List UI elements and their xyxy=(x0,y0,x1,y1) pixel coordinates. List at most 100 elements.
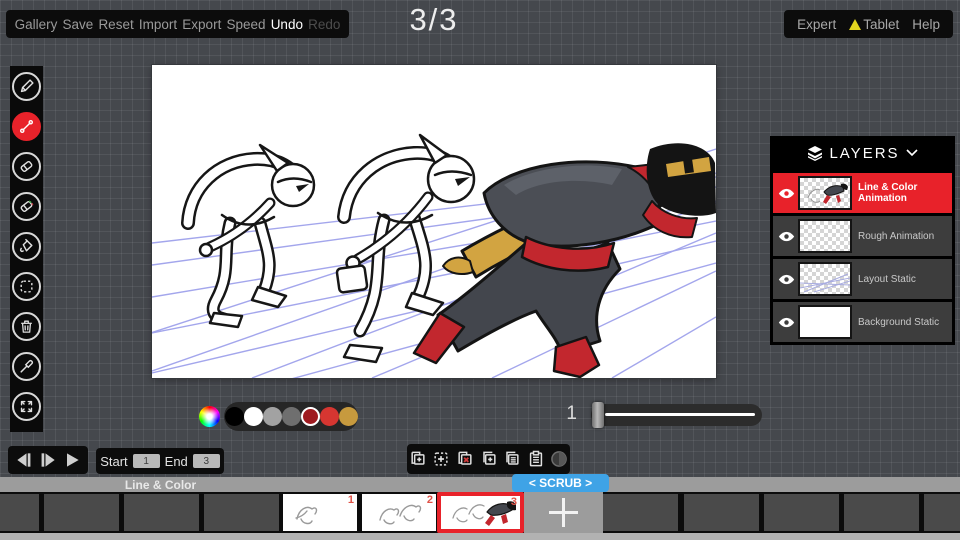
frame-thumbnail-2[interactable]: 2 xyxy=(362,494,436,531)
pencil-icon xyxy=(18,78,35,95)
color-swatch-bar xyxy=(224,402,358,431)
empty-frame[interactable] xyxy=(764,494,839,531)
empty-frame[interactable] xyxy=(924,494,960,531)
swatch-light-gray[interactable] xyxy=(263,407,282,426)
visibility-eye-icon[interactable] xyxy=(776,187,796,200)
delete-frame-button[interactable] xyxy=(454,448,476,470)
end-frame-input[interactable] xyxy=(193,454,220,468)
menu-gallery[interactable]: Gallery xyxy=(15,17,58,32)
frame-number: 1 xyxy=(348,494,354,506)
layer-label: Rough Animation xyxy=(858,231,934,242)
slider-track-line xyxy=(605,413,755,416)
color-eraser-icon xyxy=(18,198,35,215)
play-button[interactable] xyxy=(62,450,82,470)
frame-tools-bar xyxy=(407,444,570,474)
bottom-strip xyxy=(0,533,960,540)
onion-skin-button[interactable] xyxy=(548,448,570,470)
empty-frame[interactable] xyxy=(0,494,39,531)
layer-thumbnail xyxy=(798,176,852,210)
clipboard-button[interactable] xyxy=(525,448,547,470)
fit-view-tool-button[interactable] xyxy=(12,392,41,421)
swatch-gold[interactable] xyxy=(339,407,358,426)
empty-frame[interactable] xyxy=(204,494,279,531)
layer-thumbnail xyxy=(798,305,852,339)
start-frame-input[interactable] xyxy=(133,454,160,468)
brush-size-slider[interactable] xyxy=(591,404,762,426)
layer-row-layout-static[interactable]: Layout Static xyxy=(773,256,952,299)
empty-frame[interactable] xyxy=(124,494,199,531)
empty-frame[interactable] xyxy=(44,494,119,531)
next-frame-button[interactable] xyxy=(38,450,58,470)
swatch-black[interactable] xyxy=(225,407,244,426)
plus-icon xyxy=(549,511,578,514)
swatch-dark-red[interactable] xyxy=(301,407,320,426)
frame-number: 2 xyxy=(427,494,433,506)
add-frame-button[interactable] xyxy=(407,448,429,470)
layer-label: Layout Static xyxy=(858,274,916,285)
visibility-eye-icon[interactable] xyxy=(776,230,796,243)
brush-size-value: 1 xyxy=(553,403,577,425)
delete-tool-button[interactable] xyxy=(12,312,41,341)
layer-row-background-static[interactable]: Background Static xyxy=(773,299,952,342)
fill-bucket-tool-button[interactable] xyxy=(12,232,41,261)
layers-panel-header[interactable]: LAYERS xyxy=(773,136,952,170)
slider-handle[interactable] xyxy=(592,402,604,428)
frame-3-sketch xyxy=(441,496,520,529)
select-tool-button[interactable] xyxy=(12,272,41,301)
frame-range-bar: Start End xyxy=(96,448,224,474)
visibility-eye-icon[interactable] xyxy=(776,273,796,286)
swatch-white[interactable] xyxy=(244,407,263,426)
empty-frame[interactable] xyxy=(684,494,759,531)
end-label: End xyxy=(165,454,188,469)
prev-frame-button[interactable] xyxy=(14,450,34,470)
empty-frame[interactable] xyxy=(844,494,919,531)
canvas-drawing xyxy=(152,65,716,378)
timeline-filmstrip[interactable]: 1 2 xyxy=(0,492,960,533)
layer-row-line-color-animation[interactable]: Line & Color Animation xyxy=(773,170,952,213)
eraser-icon xyxy=(18,158,35,175)
add-frame-cell[interactable] xyxy=(524,492,603,533)
color-wheel-picker[interactable] xyxy=(199,406,220,427)
menu-reset[interactable]: Reset xyxy=(98,17,133,32)
frame-thumbnail-3-selected[interactable]: 3 xyxy=(437,492,524,533)
layers-panel-title: LAYERS xyxy=(829,145,899,162)
frame-1-sketch xyxy=(283,494,357,531)
frame-counter: 3/3 xyxy=(152,2,716,38)
visibility-eye-icon[interactable] xyxy=(776,316,796,329)
swatch-red[interactable] xyxy=(320,407,339,426)
rect-select-icon xyxy=(18,278,35,295)
empty-frame[interactable] xyxy=(603,494,678,531)
layers-panel: LAYERS Line & Color Animation Rough Anim… xyxy=(770,136,955,345)
layer-label: Line & Color Animation xyxy=(858,182,949,204)
line-tool-button[interactable] xyxy=(12,112,41,141)
fill-bucket-icon xyxy=(18,238,35,255)
eyedropper-tool-button[interactable] xyxy=(12,352,41,381)
frame-number: 3 xyxy=(511,496,517,508)
trash-icon xyxy=(18,318,35,335)
layer-thumbnail xyxy=(798,262,852,296)
menu-expert[interactable]: Expert xyxy=(797,17,836,32)
duplicate-frame-button[interactable] xyxy=(501,448,523,470)
color-eraser-tool-button[interactable] xyxy=(12,192,41,221)
warning-triangle-icon xyxy=(849,19,861,30)
menu-save[interactable]: Save xyxy=(63,17,94,32)
scrub-button[interactable]: < SCRUB > xyxy=(512,474,609,492)
layer-thumbnail xyxy=(798,219,852,253)
layers-stack-icon xyxy=(807,145,823,161)
eraser-tool-button[interactable] xyxy=(12,152,41,181)
frame-thumbnail-1[interactable]: 1 xyxy=(283,494,357,531)
chevron-down-icon xyxy=(906,149,918,157)
copy-frame-button[interactable] xyxy=(478,448,500,470)
start-label: Start xyxy=(100,454,127,469)
pencil-tool-button[interactable] xyxy=(12,72,41,101)
layer-row-rough-animation[interactable]: Rough Animation xyxy=(773,213,952,256)
drawing-canvas[interactable] xyxy=(152,65,716,378)
add-frame-select-button[interactable] xyxy=(431,448,453,470)
swatch-gray[interactable] xyxy=(282,407,301,426)
menu-help[interactable]: Help xyxy=(912,17,940,32)
expand-icon xyxy=(18,398,35,415)
layer-label: Background Static xyxy=(858,317,939,328)
eyedropper-icon xyxy=(18,358,35,375)
menu-tablet[interactable]: Tablet xyxy=(849,17,899,32)
timeline-layer-label: Line & Color xyxy=(103,478,218,492)
